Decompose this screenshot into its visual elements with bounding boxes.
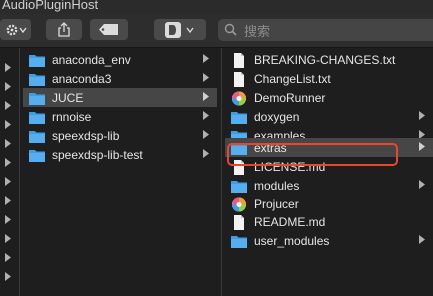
chevron-right-icon	[5, 215, 11, 224]
item-label: doxygen	[254, 109, 300, 124]
column-browser: anaconda_env anaconda3 JUCE rnnoise spee…	[0, 48, 433, 296]
folder-icon	[29, 110, 45, 124]
window-title: AudioPluginHost	[2, 0, 99, 12]
chevron-right-icon	[203, 54, 209, 63]
action-menu-button[interactable]	[0, 19, 31, 40]
item-label: speexdsp-lib	[52, 128, 120, 143]
folder-icon	[29, 91, 45, 105]
item-label: ChangeList.txt	[254, 71, 331, 86]
chevron-right-icon	[203, 149, 209, 158]
parent-column[interactable]	[0, 48, 17, 296]
list-item-doxygen[interactable]: doxygen	[225, 107, 433, 126]
folder-icon	[231, 234, 247, 248]
gear-icon	[6, 24, 27, 35]
chevron-right-icon	[419, 180, 425, 189]
open-with-button[interactable]	[154, 19, 206, 40]
list-item-speexdsp-lib[interactable]: speexdsp-lib	[23, 126, 217, 145]
chevron-right-icon	[5, 253, 11, 262]
document-icon	[231, 52, 247, 68]
folder-icon	[29, 129, 45, 143]
document-icon	[231, 71, 247, 87]
list-item-speexdsp-lib-test[interactable]: speexdsp-lib-test	[23, 145, 217, 164]
chevron-right-icon	[5, 158, 11, 167]
folder-icon	[231, 179, 247, 193]
item-label: rnnoise	[52, 109, 92, 124]
chevron-right-icon	[5, 177, 11, 186]
search-field[interactable]	[218, 19, 433, 41]
chevron-right-icon	[5, 63, 11, 72]
app-icon	[165, 21, 194, 38]
item-label: speexdsp-lib-test	[52, 147, 143, 162]
chevron-right-icon	[5, 272, 11, 281]
item-label: modules	[254, 178, 300, 193]
search-input[interactable]	[242, 21, 426, 41]
chevron-right-icon	[203, 92, 209, 101]
item-label: JUCE	[52, 90, 84, 105]
column-divider[interactable]	[19, 48, 20, 296]
share-icon	[58, 22, 70, 37]
item-label: BREAKING-CHANGES.txt	[254, 52, 396, 67]
item-label: DemoRunner	[254, 90, 326, 105]
folder-icon	[29, 72, 45, 86]
chevron-right-icon	[5, 139, 11, 148]
list-item-changelist[interactable]: ChangeList.txt	[225, 69, 433, 88]
column-divider[interactable]	[221, 48, 222, 296]
chevron-right-icon	[5, 234, 11, 243]
chevron-right-icon	[419, 111, 425, 120]
chevron-right-icon	[419, 235, 425, 244]
folder-icon	[29, 53, 45, 67]
chevron-right-icon	[419, 142, 425, 151]
title-bar: AudioPluginHost	[0, 0, 433, 14]
annotation-highlight-box	[227, 143, 398, 166]
item-label: anaconda_env	[52, 52, 131, 67]
list-item-anaconda3[interactable]: anaconda3	[23, 69, 217, 88]
chevron-right-icon	[5, 196, 11, 205]
tags-button[interactable]	[90, 19, 128, 40]
list-item-modules[interactable]: modules	[225, 176, 433, 195]
chevron-right-icon	[5, 101, 11, 110]
list-item-breaking-changes[interactable]: BREAKING-CHANGES.txt	[225, 50, 433, 69]
search-icon	[224, 23, 237, 36]
folder-icon	[231, 110, 247, 124]
chevron-right-icon	[203, 130, 209, 139]
share-button[interactable]	[46, 19, 82, 40]
folder-icon	[29, 148, 45, 162]
app-icon	[231, 197, 247, 211]
list-item-user-modules[interactable]: user_modules	[225, 231, 433, 250]
chevron-right-icon	[5, 82, 11, 91]
document-icon	[231, 214, 247, 230]
tag-icon	[99, 24, 118, 35]
list-item-demorunner[interactable]: DemoRunner	[225, 88, 433, 107]
item-label: Projucer	[254, 196, 299, 211]
chevron-right-icon	[203, 73, 209, 82]
list-item-projucer[interactable]: Projucer	[225, 194, 433, 213]
chevron-right-icon	[203, 111, 209, 120]
list-item-rnnoise[interactable]: rnnoise	[23, 107, 217, 126]
list-item-juce[interactable]: JUCE	[23, 88, 217, 107]
list-item-readme[interactable]: README.md	[225, 212, 433, 231]
list-item-anaconda-env[interactable]: anaconda_env	[23, 50, 217, 69]
item-label: user_modules	[254, 233, 330, 248]
item-label: anaconda3	[52, 71, 112, 86]
folder-column-2: anaconda_env anaconda3 JUCE rnnoise spee…	[23, 48, 217, 296]
item-label: README.md	[254, 214, 326, 229]
folder-column-3: BREAKING-CHANGES.txt ChangeList.txt Demo…	[225, 48, 433, 296]
app-icon	[231, 91, 247, 105]
chevron-right-icon	[5, 120, 11, 129]
toolbar	[0, 14, 433, 48]
